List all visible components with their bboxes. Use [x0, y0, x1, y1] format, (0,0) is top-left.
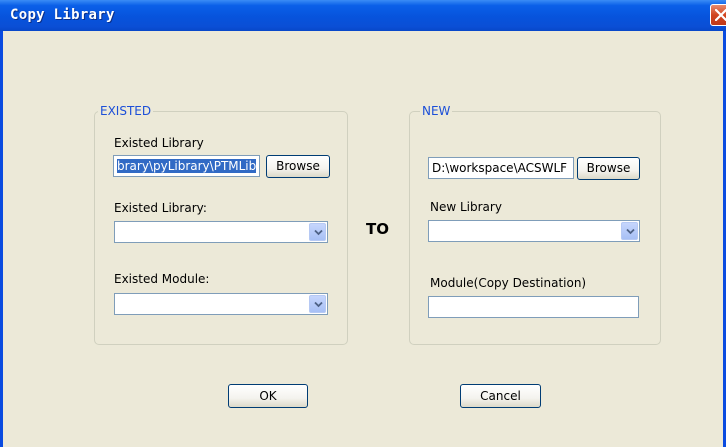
existed-module-select[interactable] — [114, 293, 328, 315]
new-legend: NEW — [420, 104, 453, 118]
existed-library-path-label: Existed Library — [114, 136, 204, 150]
chevron-down-icon — [626, 228, 635, 235]
title-bar[interactable]: Copy Library — [0, 0, 726, 31]
new-path-input[interactable]: D:\workspace\ACSWLF — [428, 157, 574, 179]
new-library-select-label: New Library — [430, 200, 502, 214]
existed-library-select[interactable] — [114, 221, 328, 243]
cancel-button[interactable]: Cancel — [460, 384, 541, 408]
new-library-select[interactable] — [428, 220, 640, 242]
existed-library-dropdown-button[interactable] — [309, 223, 326, 241]
close-icon — [715, 9, 726, 21]
chevron-down-icon — [314, 301, 323, 308]
new-module-label: Module(Copy Destination) — [430, 276, 587, 290]
ok-button[interactable]: OK — [228, 384, 308, 408]
existed-module-dropdown-button[interactable] — [309, 295, 326, 313]
existed-library-path-text: brary\pyLibrary\PTMLib — [117, 159, 257, 173]
existed-legend: EXISTED — [98, 104, 154, 118]
close-button[interactable] — [710, 4, 726, 26]
chevron-down-icon — [314, 229, 323, 236]
new-browse-button[interactable]: Browse — [577, 157, 640, 180]
window-title: Copy Library — [10, 7, 115, 23]
existed-library-path-input[interactable]: brary\pyLibrary\PTMLib — [113, 155, 260, 177]
to-separator-label: TO — [366, 220, 389, 238]
existed-library-select-label: Existed Library: — [114, 201, 207, 215]
new-module-input[interactable] — [428, 296, 639, 318]
new-path-text: D:\workspace\ACSWLF — [432, 161, 568, 175]
existed-module-select-label: Existed Module: — [114, 272, 210, 286]
copy-library-window: Copy Library EXISTED Existed Library bra… — [0, 0, 726, 447]
existed-browse-button[interactable]: Browse — [266, 155, 330, 178]
new-library-dropdown-button[interactable] — [621, 222, 638, 240]
